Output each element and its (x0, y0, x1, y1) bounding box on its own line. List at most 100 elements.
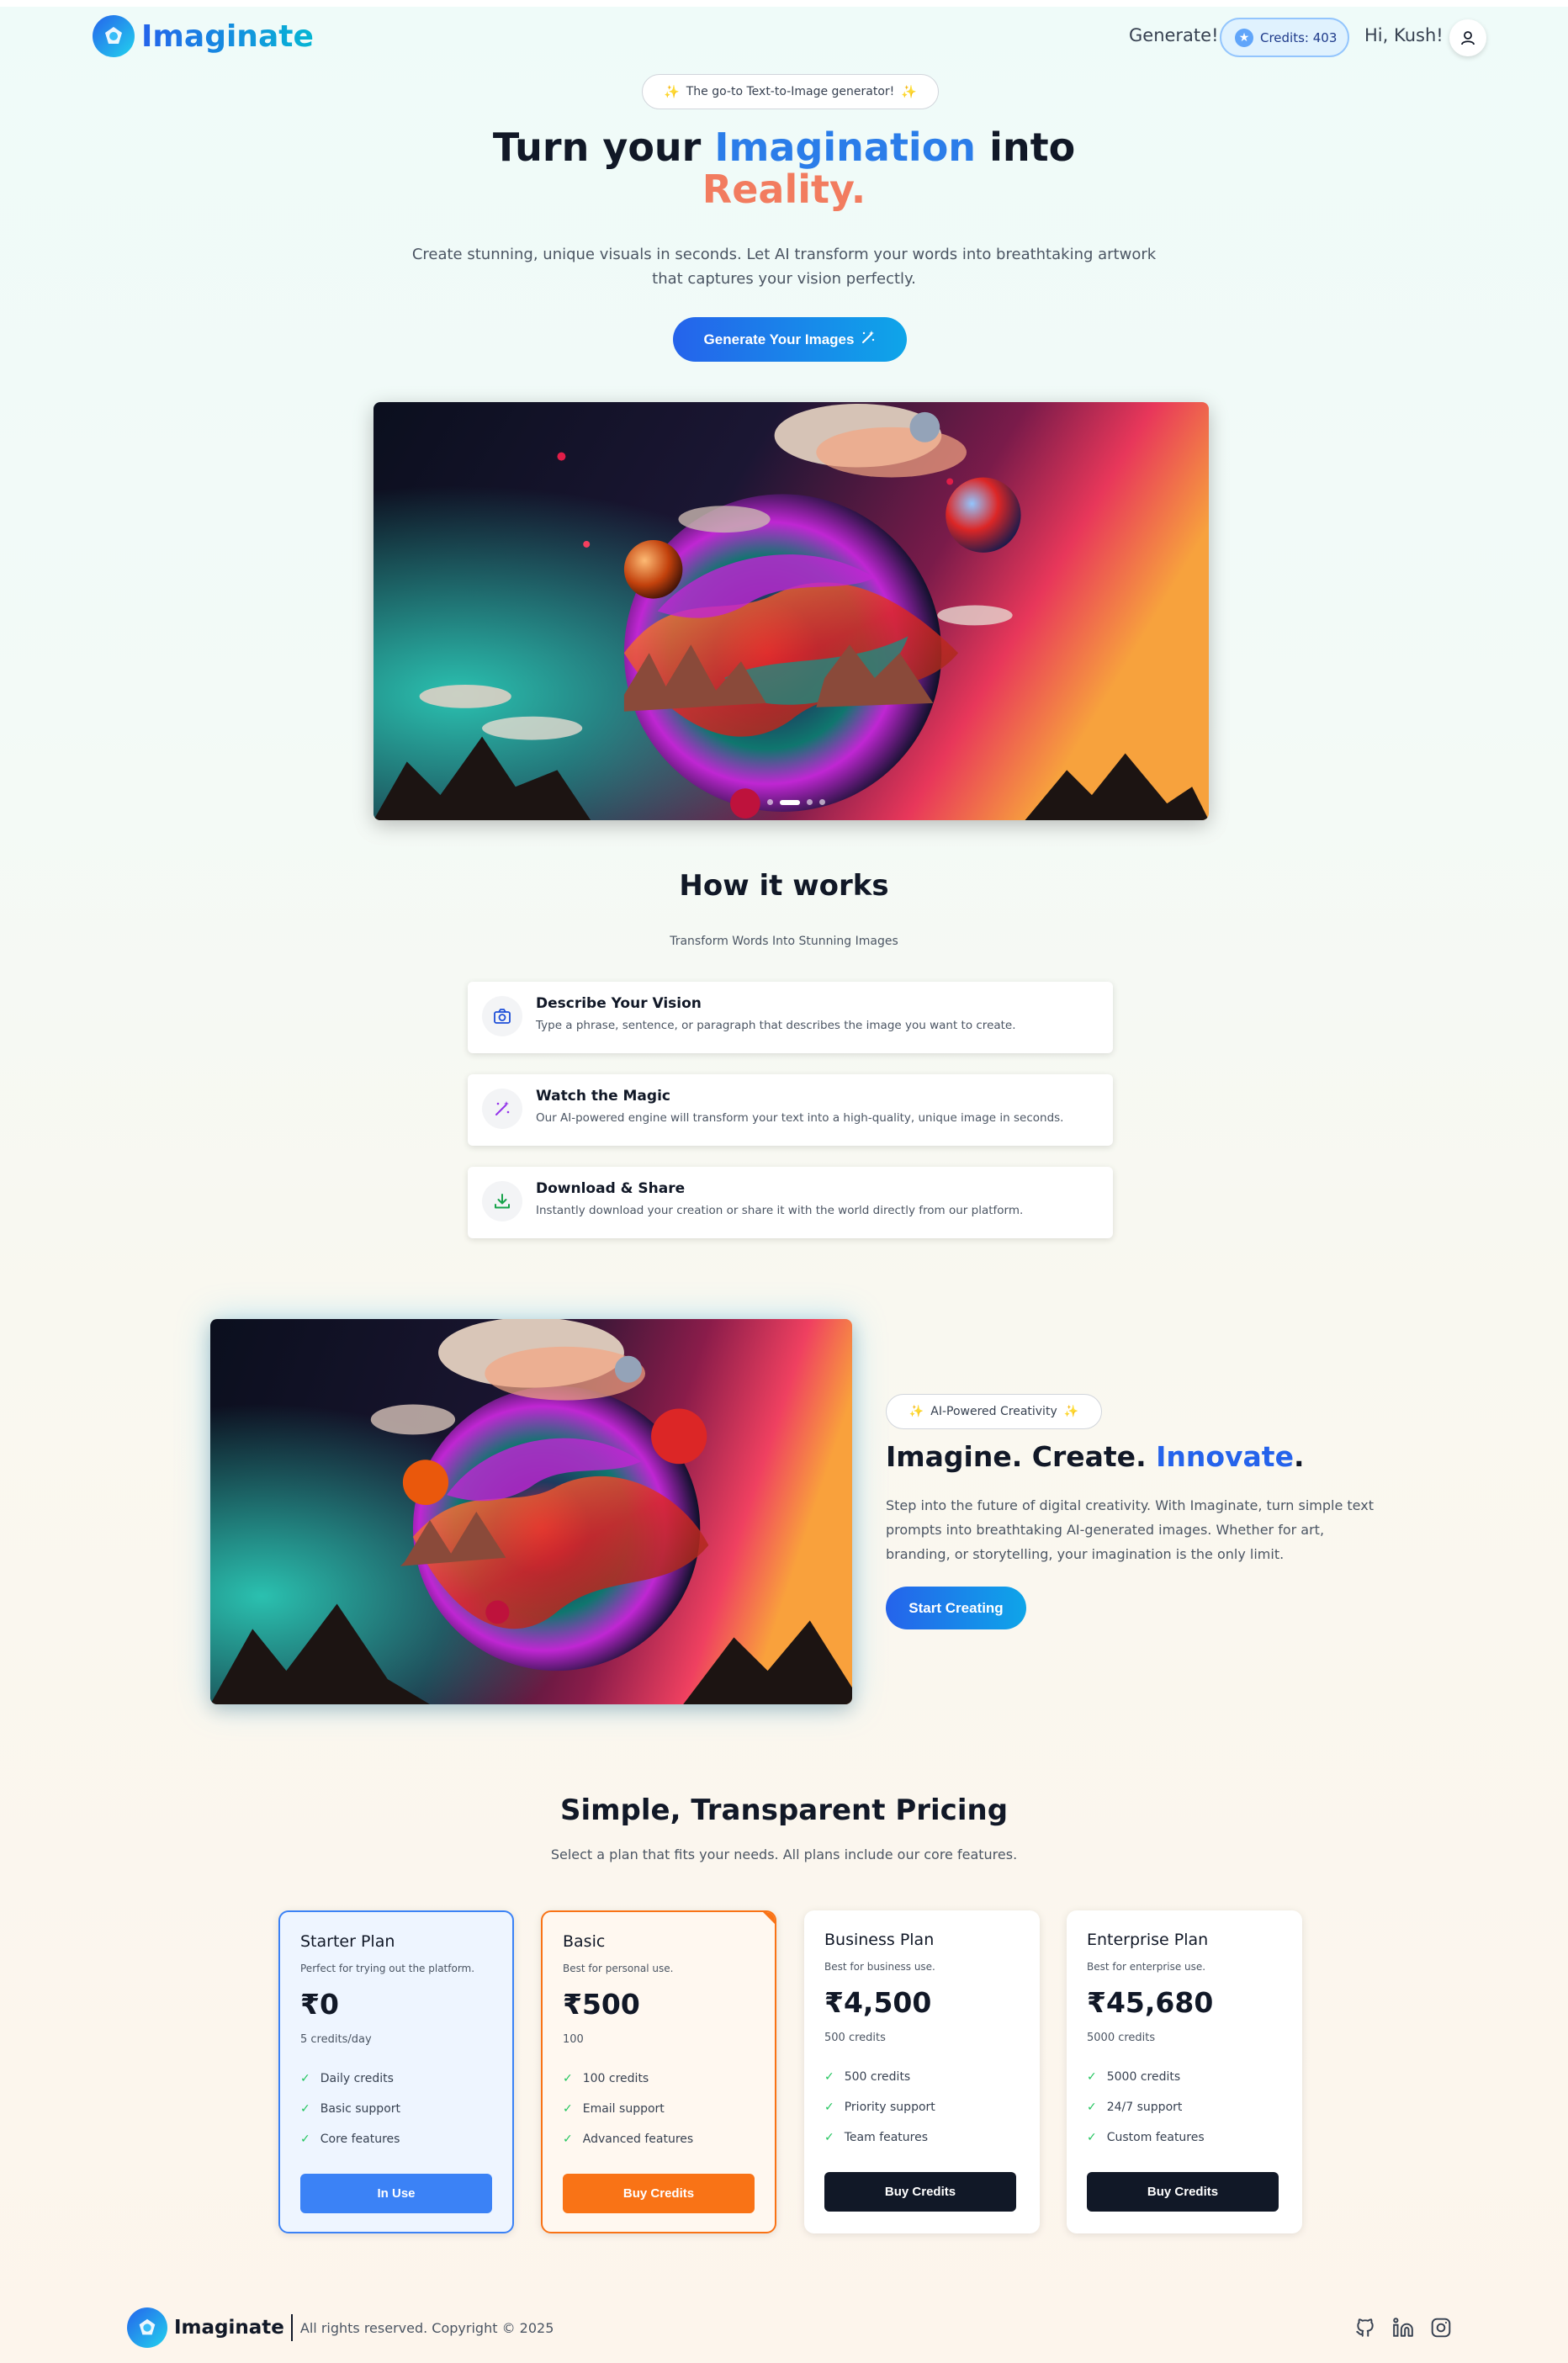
plan-credits: 100 (563, 2033, 584, 2046)
plan-feature-text: Basic support (320, 2102, 400, 2116)
hero-carousel-image (373, 402, 1209, 820)
logo-icon (93, 15, 135, 57)
pricing-subtitle: Select a plan that fits your needs. All … (550, 1846, 1018, 1862)
magic-wand-icon (482, 1089, 522, 1129)
buy-credits-button[interactable]: Buy Credits (1087, 2172, 1279, 2212)
buy-credits-button[interactable]: Buy Credits (824, 2172, 1016, 2212)
how-it-works-title: How it works (679, 869, 889, 903)
plan-feature: ✓ Priority support (824, 2101, 935, 2131)
feature-title: Imagine. Create. Innovate. (886, 1440, 1305, 1473)
instagram-icon[interactable] (1428, 2315, 1454, 2340)
user-avatar-button[interactable] (1449, 19, 1486, 56)
step-title: Describe Your Vision (536, 995, 702, 1012)
pricing-card-enterprise: Enterprise Plan Best for enterprise use.… (1067, 1910, 1302, 2233)
download-icon (482, 1181, 522, 1221)
check-icon: ✓ (300, 2133, 310, 2146)
footer-copyright: All rights reserved. Copyright © 2025 (299, 2319, 554, 2336)
plan-feature: ✓ Team features (824, 2131, 935, 2161)
plan-feature-list: ✓ Daily credits ✓ Basic support ✓ Core feat… (300, 2072, 400, 2163)
user-greeting: Hi, Kush! (1364, 25, 1444, 45)
logo-icon (127, 2307, 167, 2348)
plan-tagline: Best for personal use. (563, 1963, 674, 1974)
check-icon: ✓ (563, 2102, 573, 2116)
github-icon[interactable] (1353, 2315, 1378, 2340)
carousel-dot[interactable] (767, 799, 773, 805)
camera-icon (482, 996, 522, 1036)
plan-feature-text: Team features (844, 2131, 929, 2144)
hero-title: Turn your Imagination into Reality. (0, 126, 1568, 210)
plan-feature-list: ✓ 5000 credits ✓ 24/7 support ✓ Custom feat… (1087, 2070, 1205, 2161)
plan-feature: ✓ 24/7 support (1087, 2101, 1205, 2131)
plan-credits: 500 credits (824, 2032, 886, 2044)
plan-feature: ✓ Email support (563, 2102, 693, 2133)
plan-name: Basic (563, 1932, 606, 1951)
nav-generate-link[interactable]: Generate! (1129, 25, 1219, 45)
step-title: Download & Share (536, 1180, 686, 1197)
plan-credits: 5 credits/day (300, 2033, 372, 2046)
generate-images-button[interactable]: Generate Your Images (673, 317, 907, 362)
plan-name: Business Plan (824, 1931, 935, 1949)
plan-feature-text: Email support (582, 2102, 665, 2116)
user-icon (1461, 31, 1475, 45)
plan-feature-text: Daily credits (320, 2072, 394, 2085)
hero-title-part2: into (976, 125, 1076, 170)
ai-powered-badge: ✨ AI-Powered Creativity ✨ (886, 1394, 1102, 1429)
hero-tagline-text: The go-to Text-to-Image generator! (686, 85, 895, 98)
plan-in-use-button[interactable]: In Use (300, 2174, 492, 2213)
plan-feature-text: Custom features (1106, 2131, 1205, 2144)
check-icon: ✓ (563, 2072, 573, 2085)
step-card-magic: Watch the Magic Our AI-powered engine wi… (468, 1074, 1113, 1146)
plan-price: ₹4,500 (824, 1986, 932, 2019)
feature-title-highlight: Innovate (1156, 1440, 1294, 1473)
plan-feature-list: ✓ 100 credits ✓ Email support ✓ Advanced fe… (563, 2072, 693, 2163)
magic-wand-icon (861, 330, 876, 349)
carousel-dots (767, 799, 832, 805)
carousel-dot[interactable] (819, 799, 825, 805)
plan-feature: ✓ 5000 credits (1087, 2070, 1205, 2101)
credits-button[interactable]: ★ Credits: 403 (1220, 18, 1349, 57)
plan-feature-list: ✓ 500 credits ✓ Priority support ✓ Team fea… (824, 2070, 935, 2161)
plan-feature-text: 24/7 support (1106, 2101, 1183, 2114)
check-icon: ✓ (300, 2072, 310, 2085)
pricing-card-starter: Starter Plan Perfect for trying out the … (278, 1910, 514, 2233)
how-it-works-subtitle: Transform Words Into Stunning Images (670, 935, 898, 948)
footer-brand-name: Imaginate (174, 2317, 284, 2339)
plan-credits: 5000 credits (1087, 2032, 1156, 2044)
check-icon: ✓ (824, 2101, 834, 2114)
linkedin-icon[interactable] (1391, 2315, 1416, 2340)
step-description: Type a phrase, sentence, or paragraph th… (536, 1019, 1016, 1032)
pricing-card-business: Business Plan Best for business use. ₹4,… (804, 1910, 1040, 2233)
check-icon: ✓ (824, 2131, 834, 2144)
pricing-title: Simple, Transparent Pricing (559, 1793, 1009, 1827)
hero-title-line2: Reality. (702, 167, 866, 212)
ai-powered-text: AI-Powered Creativity (930, 1405, 1057, 1418)
hero-description: Create stunning, unique visuals in secon… (411, 246, 1157, 288)
footer-brand: Imaginate All rights reserved. Copyright… (127, 2307, 554, 2348)
plan-feature-text: 500 credits (844, 2070, 911, 2084)
check-icon: ✓ (824, 2070, 834, 2084)
carousel-dot[interactable] (807, 799, 813, 805)
carousel-dot-active[interactable] (780, 799, 800, 805)
feature-image (210, 1319, 852, 1704)
sparkle-icon: ✨ (908, 1405, 924, 1418)
brand-logo-link[interactable]: Imaginate (93, 15, 314, 57)
check-icon: ✓ (1087, 2131, 1097, 2144)
plan-feature: ✓ Basic support (300, 2102, 400, 2133)
plan-feature: ✓ 500 credits (824, 2070, 935, 2101)
footer-divider (290, 2314, 293, 2341)
feature-description: Step into the future of digital creativi… (886, 1497, 1374, 1562)
plan-feature: ✓ Advanced features (563, 2133, 693, 2163)
plan-price: ₹45,680 (1087, 1986, 1214, 2019)
plan-feature: ✓ 100 credits (563, 2072, 693, 2102)
start-creating-button[interactable]: Start Creating (886, 1587, 1026, 1629)
plan-tagline: Best for business use. (824, 1961, 935, 1973)
sparkle-icon: ✨ (901, 84, 917, 99)
step-card-describe: Describe Your Vision Type a phrase, sent… (468, 982, 1113, 1053)
step-card-download: Download & Share Instantly download your… (468, 1167, 1113, 1238)
brand-name: Imaginate (141, 19, 314, 54)
buy-credits-button[interactable]: Buy Credits (563, 2174, 755, 2213)
sparkle-icon: ✨ (664, 84, 680, 99)
plan-tagline: Perfect for trying out the platform. (300, 1963, 475, 1974)
feature-title-end: . (1293, 1440, 1305, 1473)
hero-title-part1: Turn your (492, 125, 715, 170)
